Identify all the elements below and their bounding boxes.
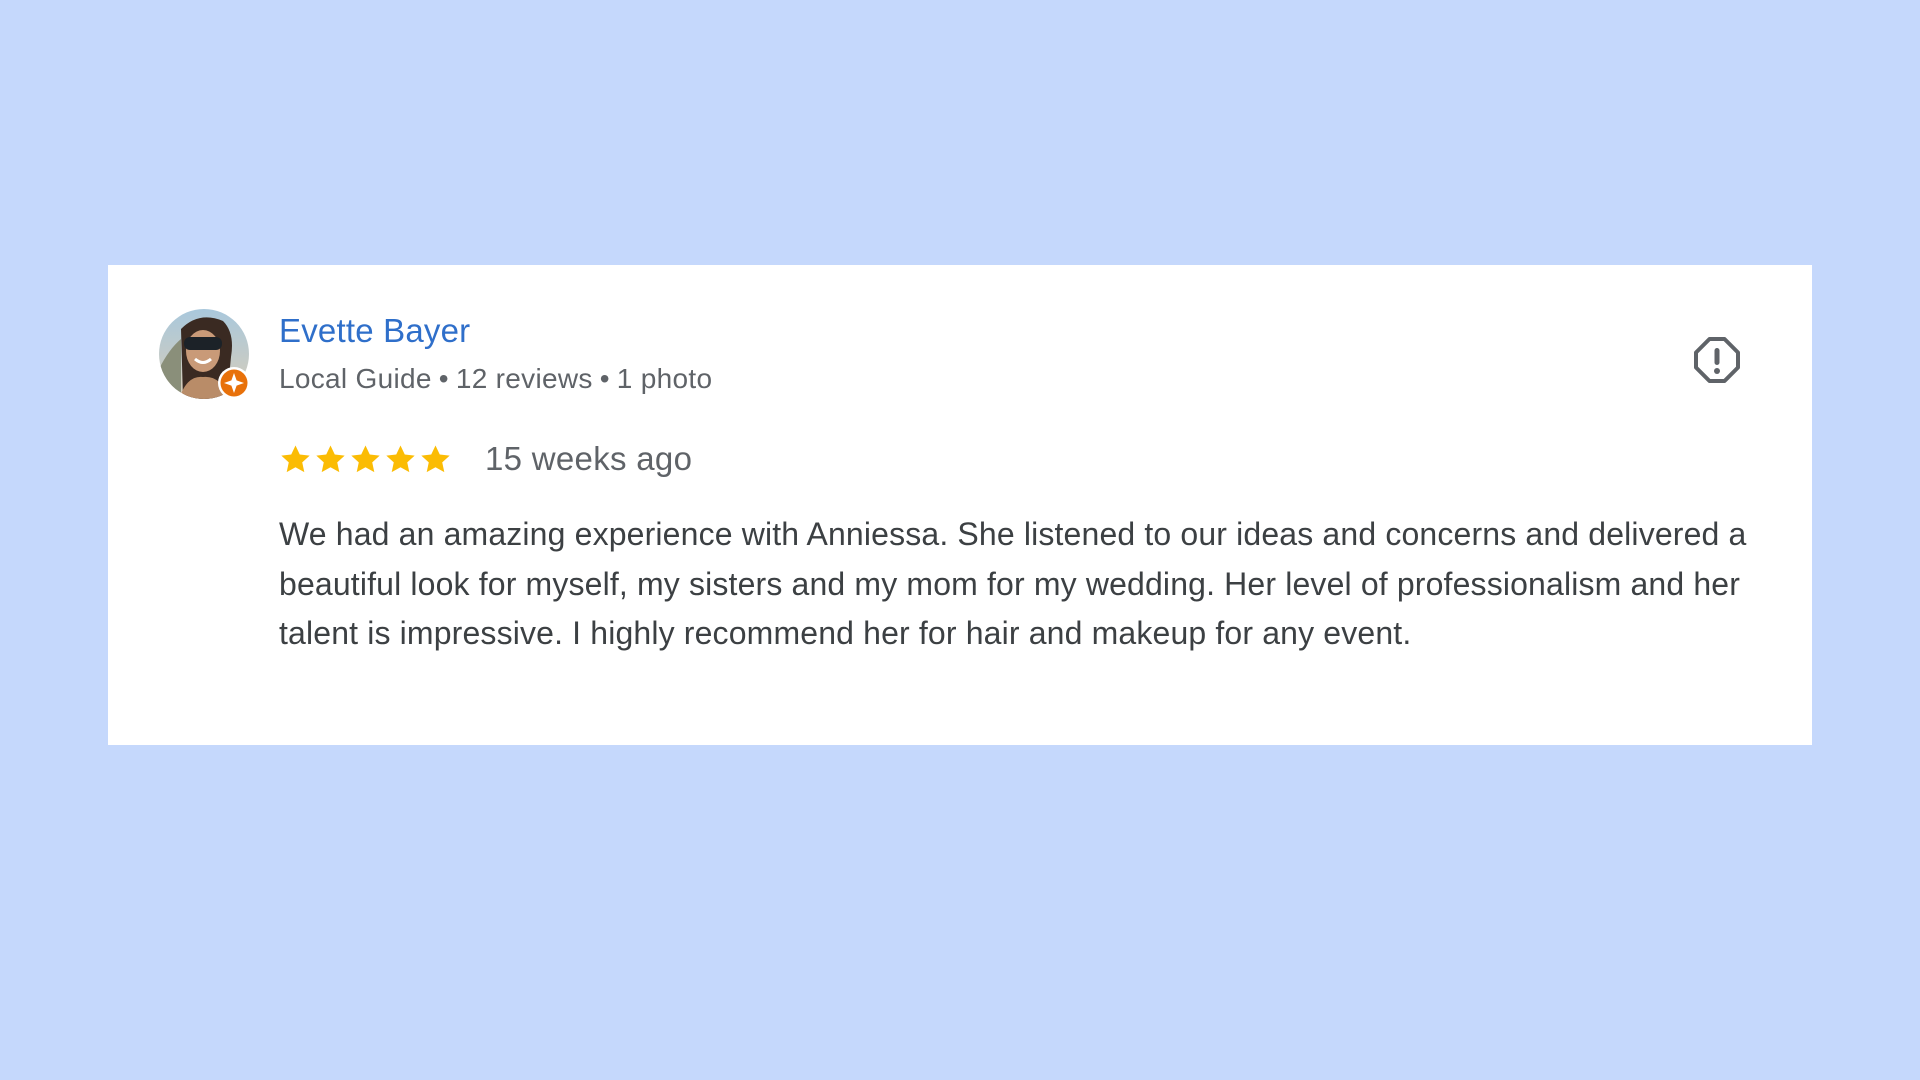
star-rating [279,443,454,476]
reviewer-meta: Local Guide • 12 reviews • 1 photo [279,363,712,395]
star-icon [384,443,417,476]
review-card: Evette Bayer Local Guide • 12 reviews • 1 ph… [108,265,1812,745]
reviewer-avatar[interactable] [159,309,251,400]
reviewer-name[interactable]: Evette Bayer [279,312,470,350]
meta-separator: • [599,363,610,394]
review-date: 15 weeks ago [485,440,693,477]
star-icon [349,443,382,476]
star-icon [419,443,452,476]
reviewer-photo-count: 1 photo [616,363,713,394]
reviewer-review-count: 12 reviews [455,363,593,394]
local-guide-badge-icon [217,366,251,400]
rating-row: 15 weeks ago [279,437,692,481]
report-flag-icon [1694,337,1740,383]
star-icon [279,443,312,476]
meta-separator: • [438,363,449,394]
review-text: We had an amazing experience with Annies… [279,516,1747,651]
report-review-button[interactable] [1692,335,1742,385]
star-icon [314,443,347,476]
reviewer-badge-label: Local Guide [279,363,432,394]
